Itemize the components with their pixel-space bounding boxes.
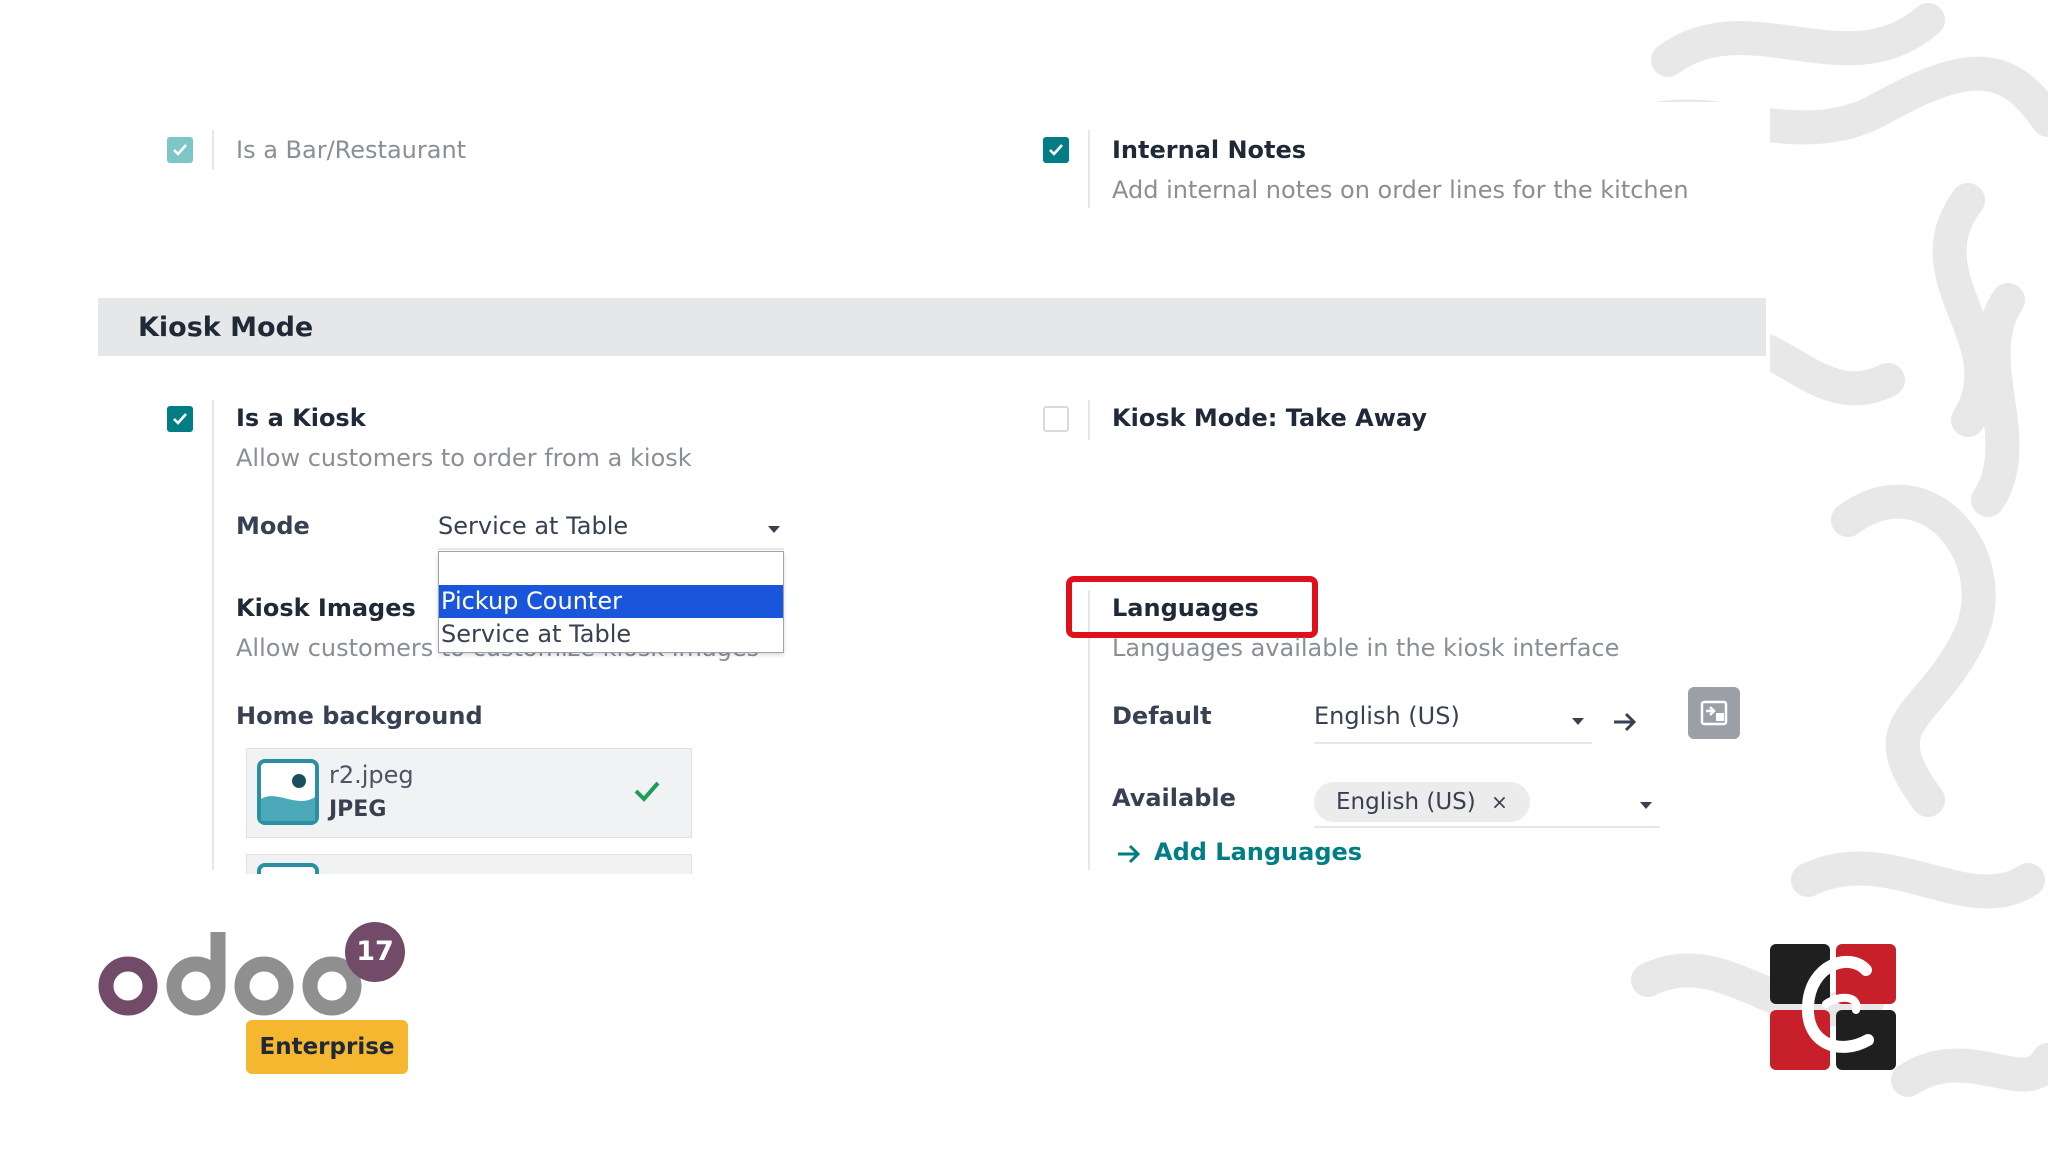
is-kiosk-checkbox[interactable]: [167, 406, 193, 432]
is-bar-checkbox[interactable]: [167, 137, 193, 163]
file-type: JPEG: [329, 797, 387, 822]
version-badge: 17: [345, 922, 405, 982]
languages-label: Languages: [1112, 594, 1259, 622]
available-languages-label: Available: [1112, 784, 1236, 812]
language-tag-label: English (US): [1336, 789, 1476, 815]
option-pickup-counter[interactable]: Pickup Counter: [439, 585, 783, 618]
divider: [212, 400, 214, 870]
take-away-checkbox[interactable]: [1043, 406, 1069, 432]
check-icon: [1049, 144, 1063, 156]
image-file-icon: [257, 759, 319, 825]
chevron-down-icon: [768, 526, 780, 533]
divider: [1088, 400, 1090, 440]
mode-select[interactable]: Service at Table: [438, 512, 784, 550]
is-bar-label: Is a Bar/Restaurant: [236, 136, 467, 164]
file-name: r2.jpeg: [329, 761, 414, 789]
add-languages-link[interactable]: Add Languages: [1154, 838, 1362, 866]
option-service-at-table[interactable]: Service at Table: [439, 618, 783, 651]
check-icon: [173, 413, 187, 425]
kiosk-mode-section-header: Kiosk Mode: [98, 298, 1766, 356]
take-away-label: Kiosk Mode: Take Away: [1112, 404, 1427, 432]
mode-select-value: Service at Table: [438, 512, 629, 540]
settings-panel: Is a Bar/Restaurant Internal Notes Add i…: [98, 102, 1770, 874]
divider: [1088, 130, 1090, 208]
arrow-right-icon: [1118, 844, 1141, 864]
default-language-value: English (US): [1314, 702, 1460, 730]
chevron-down-icon: [1640, 802, 1652, 809]
languages-description: Languages available in the kiosk interfa…: [1112, 634, 1620, 662]
dropdown-empty-option[interactable]: [439, 552, 783, 585]
mode-label: Mode: [236, 512, 310, 540]
chevron-down-icon: [1572, 718, 1584, 725]
close-icon[interactable]: ×: [1491, 790, 1508, 814]
section-title: Kiosk Mode: [138, 312, 314, 343]
image-upload-button[interactable]: [1688, 687, 1740, 739]
divider: [212, 130, 214, 170]
default-language-select[interactable]: English (US): [1314, 702, 1592, 744]
kiosk-images-label: Kiosk Images: [236, 594, 416, 622]
default-language-label: Default: [1112, 702, 1212, 730]
image-icon: [1700, 700, 1728, 726]
enterprise-badge: Enterprise: [246, 1020, 408, 1074]
file-attachment-card-partial[interactable]: [246, 854, 692, 874]
language-tag: English (US) ×: [1314, 782, 1530, 822]
arrow-right-icon[interactable]: [1612, 710, 1638, 734]
home-background-label: Home background: [236, 702, 483, 730]
internal-notes-label: Internal Notes: [1112, 136, 1307, 164]
check-icon: [173, 144, 187, 156]
check-icon: [634, 781, 660, 802]
internal-notes-checkbox[interactable]: [1043, 137, 1069, 163]
mode-dropdown-list: Pickup Counter Service at Table: [438, 551, 784, 653]
image-file-icon: [257, 863, 319, 874]
internal-notes-description: Add internal notes on order lines for th…: [1112, 176, 1689, 204]
channel-logo: [1770, 944, 1896, 1070]
is-kiosk-label: Is a Kiosk: [236, 404, 366, 432]
file-attachment-card[interactable]: r2.jpeg JPEG: [246, 748, 692, 838]
is-kiosk-description: Allow customers to order from a kiosk: [236, 444, 692, 472]
